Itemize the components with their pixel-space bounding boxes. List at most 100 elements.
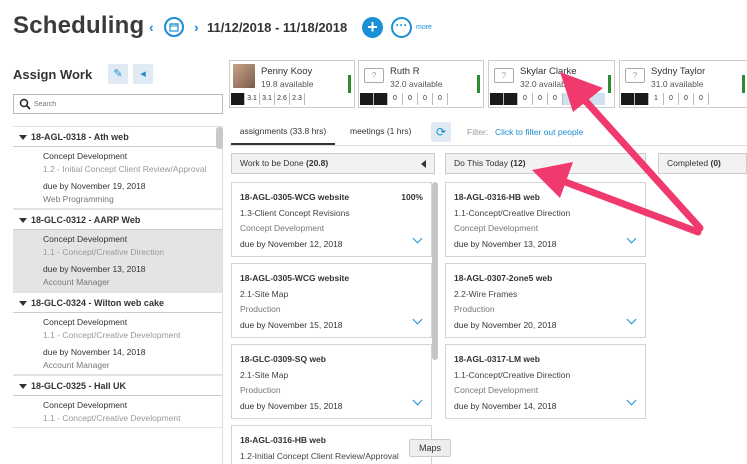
hours-cell: 0 [679, 93, 694, 105]
hours-cell: 2.3 [290, 93, 305, 105]
hours-cell [360, 93, 374, 105]
calendar-icon[interactable] [164, 17, 184, 37]
today-card[interactable]: 18-AGL-0307-2one5 web 2.2-Wire Frames Pr… [445, 263, 646, 338]
person-card[interactable]: Penny Kooy 19.8 available 3.1 3.1 2.6 2.… [229, 60, 355, 108]
task-due: due by November 19, 2018 [43, 181, 146, 191]
job-group-header[interactable]: 18-GLC-0324 - Wilton web cake [13, 292, 222, 313]
edit-pencil-button[interactable]: ✎ [108, 64, 128, 84]
column-scrollbar[interactable] [432, 182, 438, 360]
tabs-divider [229, 145, 747, 146]
search-icon [19, 98, 31, 110]
task-item[interactable]: Concept Development 1.2 - Initial Concep… [13, 147, 222, 209]
column-label: Do This Today [454, 158, 509, 168]
column-header-completed[interactable]: Completed (0) [658, 153, 747, 174]
hours-cell [621, 93, 635, 105]
task-role: Web Programming [43, 193, 114, 204]
maps-tooltip: Maps [409, 439, 451, 457]
column-count: (12) [510, 158, 526, 168]
card-task: 2.1-Site Map [240, 288, 289, 299]
job-name: 18-AGL-0318 - Ath web [31, 132, 129, 142]
hours-cell: 2.6 [275, 93, 290, 105]
card-phase: Concept Development [240, 223, 325, 233]
next-week-chevron-icon[interactable]: › [194, 20, 199, 34]
task-role: Account Manager [43, 359, 110, 370]
person-name: Sydny Taylor [651, 66, 706, 77]
hours-cell: 0 [433, 93, 448, 105]
task-sub: 1.1 - Concept/Creative Development [43, 412, 181, 423]
card-task: 1.1-Concept/Creative Direction [454, 369, 571, 380]
no-photo-icon: ? [494, 68, 514, 83]
column-header-todo[interactable]: Work to be Done (20.8) [231, 153, 435, 174]
card-phase: Production [240, 385, 281, 395]
left-list-scrollbar[interactable] [216, 127, 223, 149]
work-card[interactable]: 18-AGL-0316-HB web 1.2-Initial Concept C… [231, 425, 432, 464]
daily-hours: 0 0 0 [490, 93, 605, 105]
assign-work-list: 18-AGL-0318 - Ath web Concept Developmen… [13, 126, 223, 464]
hours-cell [563, 93, 605, 105]
card-phase: Production [240, 304, 281, 314]
work-card[interactable]: 18-AGL-0305-WCG website 2.1-Site Map Pro… [231, 263, 432, 338]
hours-cell: 0 [403, 93, 418, 105]
availability-bar [742, 75, 745, 93]
card-job: 18-GLC-0309-SQ web [240, 354, 326, 364]
collapse-triangle-icon[interactable] [19, 218, 27, 224]
card-task: 1.3-Client Concept Revisions [240, 207, 350, 218]
more-label[interactable]: more [416, 24, 432, 31]
column-count: (0) [710, 158, 721, 168]
hours-cell: 0 [533, 93, 548, 105]
job-name: 18-GLC-0325 - Hall UK [31, 381, 127, 391]
person-name: Penny Kooy [261, 66, 313, 77]
column-header-today[interactable]: Do This Today (12) [445, 153, 646, 174]
card-job: 18-AGL-0305-WCG website [240, 192, 350, 202]
search-field[interactable] [13, 94, 223, 114]
person-card[interactable]: ? Sydny Taylor 31.0 available 1 0 0 0 [619, 60, 747, 108]
assign-work-title: Assign Work [13, 67, 93, 82]
card-due: due by November 20, 2018 [454, 319, 557, 330]
task-item[interactable]: Concept Development 1.1 - Concept/Creati… [13, 396, 222, 428]
card-task: 2.1-Site Map [240, 369, 289, 380]
work-card[interactable]: 18-GLC-0309-SQ web 2.1-Site Map Producti… [231, 344, 432, 419]
task-name: Concept Development [43, 317, 128, 327]
collapse-triangle-icon[interactable] [19, 301, 27, 307]
person-name: Ruth R [390, 66, 420, 77]
more-button[interactable]: ··· [391, 17, 412, 38]
add-button[interactable]: + [362, 17, 383, 38]
column-label: Work to be Done [240, 158, 304, 168]
page-title: Scheduling [13, 12, 145, 39]
person-card[interactable]: ? Skylar Clarke 32.0 available 0 0 0 [488, 60, 615, 108]
work-card[interactable]: 18-AGL-0305-WCG website 100% 1.3-Client … [231, 182, 432, 257]
job-group-header[interactable]: 18-GLC-0312 - AARP Web [13, 209, 222, 230]
card-percent: 100% [401, 192, 423, 202]
column-label: Completed [667, 158, 709, 168]
refresh-icon[interactable]: ⟳ [431, 122, 451, 142]
tab-assignments[interactable]: assignments (33.8 hrs) [231, 122, 335, 145]
hours-cell: 0 [694, 93, 709, 105]
collapse-panel-button[interactable]: ◂ [133, 64, 153, 84]
task-item[interactable]: Concept Development 1.1 - Concept/Creati… [13, 313, 222, 375]
person-available: 19.8 available [261, 79, 314, 89]
hours-cell: 0 [388, 93, 403, 105]
task-role: Account Manager [43, 276, 110, 287]
card-job: 18-AGL-0307-2one5 web [454, 273, 553, 283]
daily-hours: 3.1 3.1 2.6 2.3 [231, 93, 305, 105]
card-due: due by November 15, 2018 [240, 400, 343, 411]
filter-people-link[interactable]: Click to filter out people [495, 127, 583, 137]
task-item-selected[interactable]: Concept Development 1.1 - Concept/Creati… [13, 230, 222, 292]
prev-week-chevron-icon[interactable]: ‹ [149, 20, 154, 34]
avatar [233, 64, 255, 88]
collapse-left-icon[interactable] [421, 160, 426, 168]
collapse-triangle-icon[interactable] [19, 384, 27, 390]
card-job: 18-AGL-0316-HB web [454, 192, 540, 202]
person-card[interactable]: ? Ruth R 32.0 available 0 0 0 0 [358, 60, 484, 108]
job-group-header[interactable]: 18-GLC-0325 - Hall UK [13, 375, 222, 396]
job-group-header[interactable]: 18-AGL-0318 - Ath web [13, 126, 222, 147]
task-sub: 1.2 - Initial Concept Client Review/Appr… [43, 163, 207, 174]
hours-cell [374, 93, 388, 105]
today-card[interactable]: 18-AGL-0317-LM web 1.1-Concept/Creative … [445, 344, 646, 419]
today-card[interactable]: 18-AGL-0316-HB web 1.1-Concept/Creative … [445, 182, 646, 257]
search-input[interactable] [34, 97, 214, 111]
task-due: due by November 13, 2018 [43, 264, 146, 274]
tab-meetings[interactable]: meetings (1 hrs) [350, 122, 411, 140]
filter-label: Filter: [467, 127, 489, 137]
collapse-triangle-icon[interactable] [19, 135, 27, 141]
